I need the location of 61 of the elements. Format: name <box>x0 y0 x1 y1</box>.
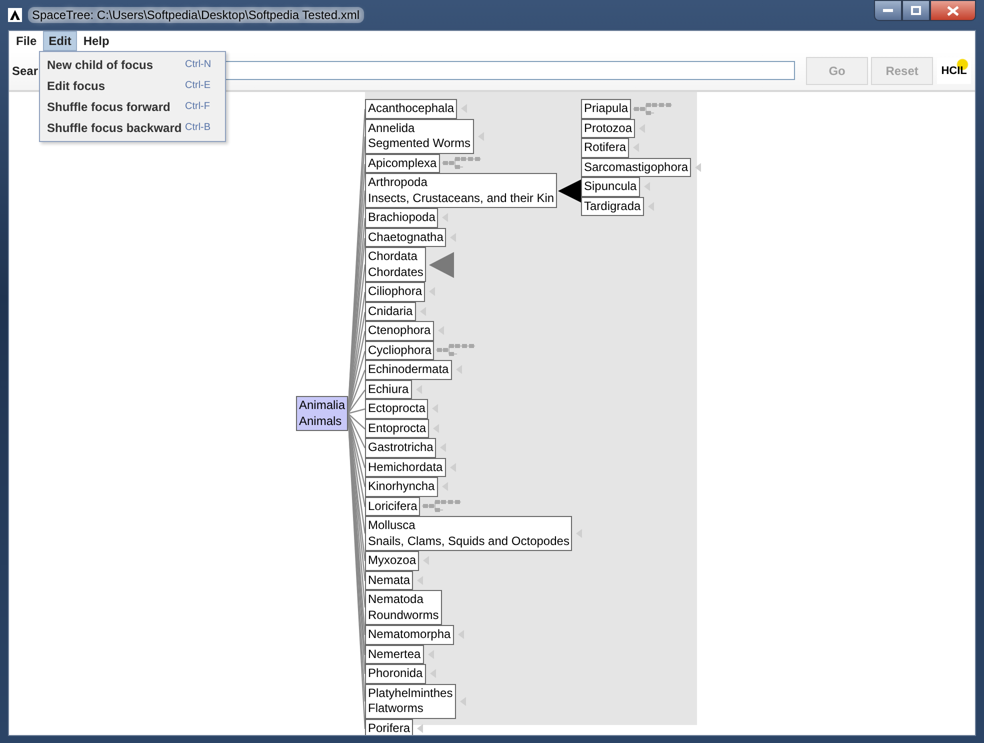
tree-node[interactable]: Hemichordata <box>365 458 446 477</box>
tree-node[interactable]: Cnidaria <box>365 302 416 321</box>
subtree-preview-icon[interactable] <box>632 102 674 116</box>
maximize-button[interactable] <box>902 0 930 21</box>
tree-node[interactable]: Phoronida <box>365 664 426 684</box>
menu-entry[interactable]: Shuffle focus backward <box>47 120 185 134</box>
tree-node[interactable]: Ectoprocta <box>365 399 428 418</box>
tree-node[interactable]: Platyhelminthes Flatworms <box>365 684 456 718</box>
tree-node[interactable]: Arthropoda Insects, Crustaceans, and their Kin <box>365 173 558 208</box>
subtree-preview-icon[interactable] <box>435 343 478 358</box>
tree-node[interactable]: Ctenophora <box>365 321 434 340</box>
tree-node[interactable]: Myxozoa <box>365 551 420 570</box>
tree-node[interactable]: Entoprocta <box>365 418 430 438</box>
tree-node[interactable]: Nemata <box>365 570 414 590</box>
subtree-preview-icon[interactable] <box>421 499 464 514</box>
minimize-button[interactable] <box>874 0 902 21</box>
menu-entry[interactable]: New child of focus <box>47 58 185 72</box>
tree-node[interactable]: Cycliophora <box>365 340 434 360</box>
logo: HCIL <box>937 58 972 84</box>
close-button[interactable] <box>930 0 976 21</box>
tree-node[interactable]: Loricifera <box>365 496 420 516</box>
tree-node[interactable]: Chordata Chordates <box>365 247 426 282</box>
tree-node[interactable]: Gastrotricha <box>365 438 436 458</box>
maximize-icon <box>911 6 921 15</box>
close-icon <box>947 6 959 16</box>
tree-node[interactable]: Kinorhyncha <box>365 477 438 496</box>
tree-node[interactable]: Animalia Animals <box>296 396 348 431</box>
shortcut-label: Ctrl-F <box>185 101 210 112</box>
shortcut-label: Ctrl-B <box>185 122 211 133</box>
tree-node[interactable]: Annelida Segmented Worms <box>365 118 474 154</box>
tree-node[interactable]: Sipuncula <box>581 177 640 196</box>
menu-entry[interactable]: Edit focus <box>47 78 185 92</box>
tree-node[interactable]: Protozoa <box>581 118 636 138</box>
menu-entry[interactable]: Shuffle focus forward <box>47 100 185 114</box>
tree-node[interactable]: Tardigrada <box>581 196 644 216</box>
tree-node[interactable]: Apicomplexa <box>365 154 440 173</box>
minimize-icon <box>883 8 893 12</box>
triangle-icon[interactable] <box>427 252 456 278</box>
shortcut-label: Ctrl-N <box>185 59 212 70</box>
tree-node[interactable]: Brachiopoda <box>365 208 438 228</box>
app-icon[interactable] <box>8 8 22 22</box>
tree-node[interactable]: Nemertea <box>365 644 424 664</box>
tree-node[interactable]: Mollusca Snails, Clams, Squids and Octopodes <box>365 516 572 551</box>
tree-node[interactable]: Chaetognatha <box>365 228 446 247</box>
tree-node[interactable]: Priapula <box>581 99 632 118</box>
tree-node[interactable]: Acanthocephala <box>365 99 458 118</box>
menu-item[interactable]: Help <box>77 31 116 51</box>
tree-node[interactable]: Porifera <box>365 718 414 735</box>
tree-node[interactable]: Nematomorpha <box>365 625 454 644</box>
menu-item[interactable]: File <box>10 31 43 51</box>
tree-node[interactable]: Sarcomastigophora <box>581 158 692 177</box>
tree-node[interactable]: Ciliophora <box>365 282 426 302</box>
tree-node[interactable]: Rotifera <box>581 138 630 158</box>
tree-node[interactable]: Nematoda Roundworms <box>365 590 442 625</box>
menu-item[interactable]: Edit <box>42 31 78 51</box>
shortcut-label: Ctrl-E <box>185 80 211 91</box>
tree-node[interactable]: Echiura <box>365 380 412 399</box>
tree-node[interactable]: Echinodermata <box>365 360 452 380</box>
edit-menu[interactable]: New child of focus Ctrl-N Edit focus Ctrl-E Shuffle focus forward Ctrl-F Shuffle focus backward Ctrl-B <box>39 51 226 142</box>
search-label: Sear <box>11 64 38 78</box>
subtree-preview-icon[interactable] <box>440 156 483 170</box>
